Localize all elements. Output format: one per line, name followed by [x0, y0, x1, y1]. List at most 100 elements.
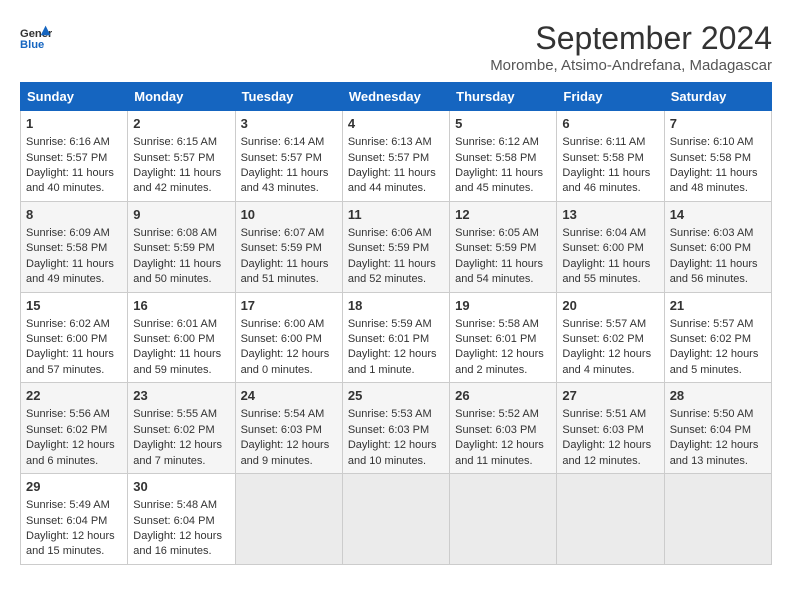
day-content: Daylight: 12 hours [133, 438, 229, 453]
day-content: Sunset: 5:58 PM [455, 151, 551, 166]
day-number: 21 [670, 297, 766, 315]
day-content: and 50 minutes. [133, 272, 229, 287]
day-number: 27 [562, 387, 658, 405]
day-content: Sunset: 6:00 PM [26, 332, 122, 347]
day-content: Sunrise: 6:15 AM [133, 135, 229, 150]
day-content: Sunset: 6:04 PM [133, 514, 229, 529]
day-content: Daylight: 11 hours [26, 257, 122, 272]
day-number: 2 [133, 115, 229, 133]
calendar-cell: 28Sunrise: 5:50 AMSunset: 6:04 PMDayligh… [664, 383, 771, 474]
calendar-cell [342, 474, 449, 565]
calendar-cell: 27Sunrise: 5:51 AMSunset: 6:03 PMDayligh… [557, 383, 664, 474]
day-content: Sunset: 6:00 PM [670, 241, 766, 256]
day-content: Sunset: 6:03 PM [241, 423, 337, 438]
day-content: and 57 minutes. [26, 363, 122, 378]
day-content: Daylight: 11 hours [26, 166, 122, 181]
day-content: Daylight: 12 hours [26, 529, 122, 544]
day-content: Sunset: 6:02 PM [562, 332, 658, 347]
calendar-cell: 15Sunrise: 6:02 AMSunset: 6:00 PMDayligh… [21, 292, 128, 383]
day-content: Sunset: 6:04 PM [670, 423, 766, 438]
day-content: Daylight: 11 hours [455, 166, 551, 181]
calendar-cell: 20Sunrise: 5:57 AMSunset: 6:02 PMDayligh… [557, 292, 664, 383]
day-content: Sunset: 6:02 PM [26, 423, 122, 438]
day-number: 10 [241, 206, 337, 224]
day-content: Sunset: 5:59 PM [348, 241, 444, 256]
day-content: Sunrise: 6:03 AM [670, 226, 766, 241]
day-content: Sunset: 6:02 PM [133, 423, 229, 438]
day-content: Sunrise: 6:02 AM [26, 317, 122, 332]
day-content: Daylight: 11 hours [562, 257, 658, 272]
day-content: Sunset: 5:58 PM [26, 241, 122, 256]
calendar-cell: 1Sunrise: 6:16 AMSunset: 5:57 PMDaylight… [21, 111, 128, 202]
location-subtitle: Morombe, Atsimo-Andrefana, Madagascar [490, 57, 772, 74]
day-content: Daylight: 11 hours [348, 166, 444, 181]
day-content: and 10 minutes. [348, 454, 444, 469]
page-header: General Blue September 2024 Morombe, Ats… [20, 20, 772, 74]
calendar-cell: 25Sunrise: 5:53 AMSunset: 6:03 PMDayligh… [342, 383, 449, 474]
day-number: 28 [670, 387, 766, 405]
day-content: Daylight: 12 hours [670, 438, 766, 453]
day-content: Sunset: 5:59 PM [133, 241, 229, 256]
day-number: 14 [670, 206, 766, 224]
day-content: Sunrise: 6:16 AM [26, 135, 122, 150]
day-content: Daylight: 12 hours [562, 347, 658, 362]
day-content: Sunrise: 6:12 AM [455, 135, 551, 150]
day-content: and 45 minutes. [455, 181, 551, 196]
header-wednesday: Wednesday [342, 83, 449, 111]
calendar-cell: 12Sunrise: 6:05 AMSunset: 5:59 PMDayligh… [450, 201, 557, 292]
header-monday: Monday [128, 83, 235, 111]
day-content: Sunset: 6:02 PM [670, 332, 766, 347]
day-content: Daylight: 12 hours [241, 347, 337, 362]
calendar-cell: 14Sunrise: 6:03 AMSunset: 6:00 PMDayligh… [664, 201, 771, 292]
day-number: 5 [455, 115, 551, 133]
title-area: September 2024 Morombe, Atsimo-Andrefana… [490, 20, 772, 74]
calendar-cell: 6Sunrise: 6:11 AMSunset: 5:58 PMDaylight… [557, 111, 664, 202]
day-number: 11 [348, 206, 444, 224]
day-number: 23 [133, 387, 229, 405]
day-content: and 7 minutes. [133, 454, 229, 469]
header-row: Sunday Monday Tuesday Wednesday Thursday… [21, 83, 772, 111]
calendar-cell: 7Sunrise: 6:10 AMSunset: 5:58 PMDaylight… [664, 111, 771, 202]
day-content: Daylight: 11 hours [241, 257, 337, 272]
day-content: Daylight: 12 hours [348, 438, 444, 453]
day-content: and 42 minutes. [133, 181, 229, 196]
day-content: Sunset: 5:59 PM [455, 241, 551, 256]
day-number: 25 [348, 387, 444, 405]
day-content: and 16 minutes. [133, 544, 229, 559]
day-content: Sunrise: 6:04 AM [562, 226, 658, 241]
day-content: Sunrise: 6:08 AM [133, 226, 229, 241]
day-number: 29 [26, 478, 122, 496]
day-number: 6 [562, 115, 658, 133]
calendar-cell: 26Sunrise: 5:52 AMSunset: 6:03 PMDayligh… [450, 383, 557, 474]
day-content: Sunset: 6:00 PM [133, 332, 229, 347]
day-content: and 1 minute. [348, 363, 444, 378]
header-friday: Friday [557, 83, 664, 111]
day-content: Daylight: 12 hours [455, 347, 551, 362]
calendar-cell: 10Sunrise: 6:07 AMSunset: 5:59 PMDayligh… [235, 201, 342, 292]
day-content: Sunrise: 6:01 AM [133, 317, 229, 332]
day-number: 22 [26, 387, 122, 405]
calendar-cell: 19Sunrise: 5:58 AMSunset: 6:01 PMDayligh… [450, 292, 557, 383]
day-number: 7 [670, 115, 766, 133]
day-content: and 12 minutes. [562, 454, 658, 469]
day-content: Sunrise: 6:05 AM [455, 226, 551, 241]
calendar-cell: 16Sunrise: 6:01 AMSunset: 6:00 PMDayligh… [128, 292, 235, 383]
logo: General Blue [20, 24, 54, 52]
calendar-week-3: 22Sunrise: 5:56 AMSunset: 6:02 PMDayligh… [21, 383, 772, 474]
day-content: and 13 minutes. [670, 454, 766, 469]
svg-text:Blue: Blue [20, 39, 44, 51]
day-content: and 48 minutes. [670, 181, 766, 196]
day-content: and 0 minutes. [241, 363, 337, 378]
day-content: Daylight: 11 hours [26, 347, 122, 362]
day-content: Sunrise: 6:13 AM [348, 135, 444, 150]
day-number: 24 [241, 387, 337, 405]
day-content: Daylight: 12 hours [348, 347, 444, 362]
day-content: Sunrise: 5:54 AM [241, 407, 337, 422]
day-content: Daylight: 11 hours [562, 166, 658, 181]
day-content: and 55 minutes. [562, 272, 658, 287]
day-number: 9 [133, 206, 229, 224]
calendar-cell [557, 474, 664, 565]
day-content: Daylight: 12 hours [562, 438, 658, 453]
calendar-cell: 11Sunrise: 6:06 AMSunset: 5:59 PMDayligh… [342, 201, 449, 292]
day-content: Sunrise: 5:52 AM [455, 407, 551, 422]
